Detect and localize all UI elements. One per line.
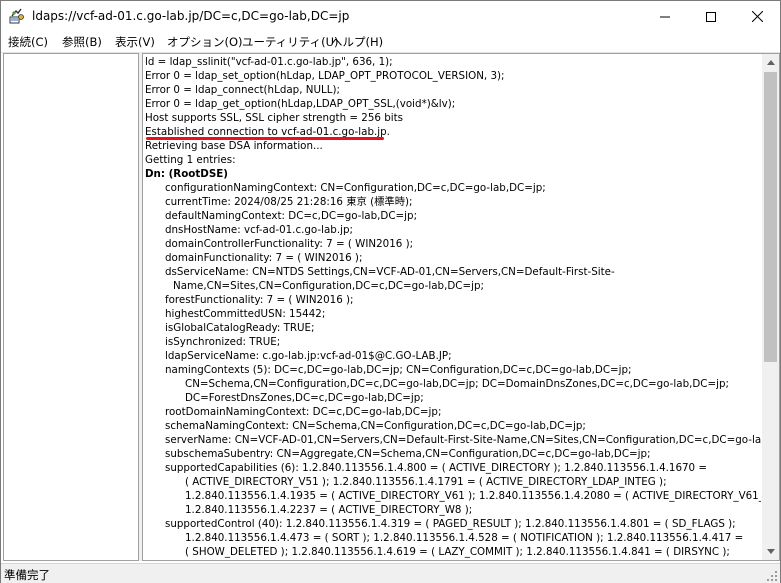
ldp-app-icon[interactable] bbox=[9, 8, 25, 24]
title-bar[interactable]: ldaps://vcf-ad-01.c.go-lab.jp/DC=c,DC=go… bbox=[1, 1, 780, 32]
close-icon bbox=[751, 11, 763, 22]
output-line: CN=Schema,CN=Configuration,DC=c,DC=go-la… bbox=[185, 378, 729, 390]
tree-view-pane[interactable] bbox=[3, 53, 139, 561]
output-line: isSynchronized: TRUE; bbox=[165, 336, 281, 348]
minimize-button[interactable] bbox=[642, 1, 688, 32]
close-button[interactable] bbox=[734, 1, 780, 32]
menu-bar: 接続(C) 参照(B) 表示(V) オプション(O) ユーティリティ(U) ヘル… bbox=[1, 32, 780, 53]
menu-connection[interactable]: 接続(C) bbox=[8, 34, 48, 50]
scroll-thumb[interactable] bbox=[764, 72, 777, 362]
scroll-up-arrow-icon bbox=[766, 60, 775, 65]
output-line: Error 0 = ldap_connect(hLdap, NULL); bbox=[145, 84, 340, 96]
output-line: ( ACTIVE_DIRECTORY_V51 ); 1.2.840.113556… bbox=[185, 476, 667, 488]
output-line: configurationNamingContext: CN=Configura… bbox=[165, 182, 546, 194]
vertical-scrollbar[interactable] bbox=[762, 54, 779, 560]
output-line: defaultNamingContext: DC=c,DC=go-lab,DC=… bbox=[165, 210, 418, 222]
status-bar: 準備完了 bbox=[1, 563, 780, 583]
scroll-down-button[interactable] bbox=[762, 543, 779, 560]
output-line: schemaNamingContext: CN=Schema,CN=Config… bbox=[165, 420, 586, 432]
output-line: Error 0 = ldap_get_option(hLdap,LDAP_OPT… bbox=[145, 98, 456, 110]
menu-view[interactable]: 表示(V) bbox=[115, 34, 155, 50]
output-line: domainFunctionality: 7 = ( WIN2016 ); bbox=[165, 252, 363, 264]
ldp-window: ldaps://vcf-ad-01.c.go-lab.jp/DC=c,DC=go… bbox=[0, 0, 781, 583]
output-line: Host supports SSL, SSL cipher strength =… bbox=[145, 112, 404, 124]
output-line: supportedControl (40): 1.2.840.113556.1.… bbox=[165, 518, 736, 530]
output-line: Retrieving base DSA information... bbox=[145, 140, 323, 152]
output-line: rootDomainNamingContext: DC=c,DC=go-lab,… bbox=[165, 406, 442, 418]
menu-browse[interactable]: 参照(B) bbox=[62, 34, 102, 50]
output-line: 1.2.840.113556.1.4.1935 = ( ACTIVE_DIREC… bbox=[185, 490, 761, 502]
output-line: Getting 1 entries: bbox=[145, 154, 236, 166]
output-line: highestCommittedUSN: 15442; bbox=[165, 308, 326, 320]
maximize-button[interactable] bbox=[688, 1, 734, 32]
output-line: forestFunctionality: 7 = ( WIN2016 ); bbox=[165, 294, 354, 306]
output-line: subschemaSubentry: CN=Aggregate,CN=Schem… bbox=[165, 448, 651, 460]
maximize-icon bbox=[706, 11, 716, 22]
window-title: ldaps://vcf-ad-01.c.go-lab.jp/DC=c,DC=go… bbox=[32, 9, 350, 23]
output-line: Error 0 = ldap_set_option(hLdap, LDAP_OP… bbox=[145, 70, 505, 82]
output-line: 1.2.840.113556.1.4.473 = ( SORT ); 1.2.8… bbox=[185, 532, 744, 544]
scroll-down-arrow-icon bbox=[766, 549, 775, 554]
output-line: currentTime: 2024/08/25 21:28:16 東京 (標準時… bbox=[165, 196, 413, 208]
output-line: dnsHostName: vcf-ad-01.c.go-lab.jp; bbox=[165, 224, 353, 236]
output-line: ldapServiceName: c.go-lab.jp:vcf-ad-01$@… bbox=[165, 350, 452, 362]
output-line: Dn: (RootDSE) bbox=[145, 168, 228, 180]
output-line: ( SHOW_DELETED ); 1.2.840.113556.1.4.619… bbox=[185, 546, 730, 558]
output-line: DC=ForestDnsZones,DC=c,DC=go-lab,DC=jp; bbox=[185, 392, 424, 404]
output-line: dsServiceName: CN=NTDS Settings,CN=VCF-A… bbox=[165, 266, 615, 278]
output-line: Name,CN=Sites,CN=Configuration,DC=c,DC=g… bbox=[173, 280, 484, 292]
menu-utilities[interactable]: ユーティリティ(U) bbox=[242, 34, 339, 50]
output-line: namingContexts (5): DC=c,DC=go-lab,DC=jp… bbox=[165, 364, 632, 376]
annotation-underline bbox=[146, 137, 384, 140]
output-pane[interactable]: ld = ldap_sslinit("vcf-ad-01.c.go-lab.jp… bbox=[142, 53, 780, 561]
menu-help[interactable]: ヘルプ(H) bbox=[331, 34, 383, 50]
output-line: 1.2.840.113556.1.4.2237 = ( ACTIVE_DIREC… bbox=[185, 504, 473, 516]
output-line: isGlobalCatalogReady: TRUE; bbox=[165, 322, 315, 334]
menu-options[interactable]: オプション(O) bbox=[167, 34, 243, 50]
output-line: domainControllerFunctionality: 7 = ( WIN… bbox=[165, 238, 414, 250]
output-text: ld = ldap_sslinit("vcf-ad-01.c.go-lab.jp… bbox=[145, 54, 761, 560]
status-text: 準備完了 bbox=[4, 568, 50, 582]
minimize-icon bbox=[660, 16, 670, 17]
output-line: serverName: CN=VCF-AD-01,CN=Servers,CN=D… bbox=[165, 434, 761, 446]
output-line: supportedCapabilities (6): 1.2.840.11355… bbox=[165, 462, 708, 474]
scroll-up-button[interactable] bbox=[762, 54, 779, 71]
output-line: ld = ldap_sslinit("vcf-ad-01.c.go-lab.jp… bbox=[145, 56, 393, 68]
resize-grip-icon[interactable] bbox=[766, 570, 778, 582]
